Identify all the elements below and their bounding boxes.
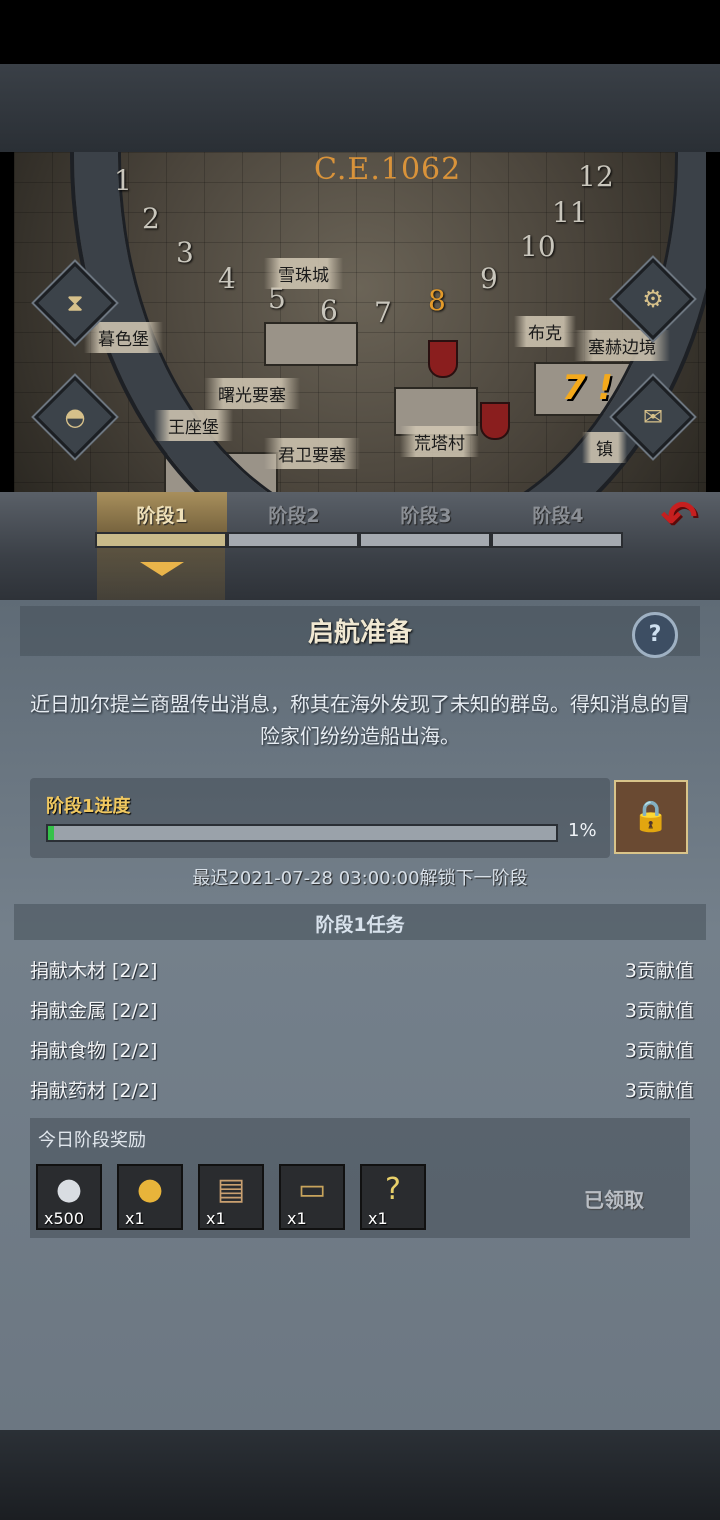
stage-progress-segment [359,532,491,548]
bottom-frame [0,1430,720,1520]
world-map[interactable]: C.E.1062 1 2 3 4 5 6 7 8 9 10 11 12 暮色堡 … [14,152,706,492]
reward-qty: x1 [368,1209,388,1228]
bag-icon: ◓ [64,403,86,431]
progress-label: 阶段1进度 [46,796,131,817]
stage-progress-segment [491,532,623,548]
reward-item[interactable]: ▤ x1 [198,1164,264,1230]
reward-item[interactable]: ● x500 [36,1164,102,1230]
task-name: 捐献木材 [2/2] [30,960,158,982]
city-label[interactable]: 曙光要塞 [204,378,300,409]
claimed-status: 已领取 [584,1188,644,1212]
stage-progress-segment [227,532,359,548]
progress-bar-fill [48,826,54,840]
dial-number[interactable]: 11 [552,196,588,229]
reward-item[interactable]: ● x1 [117,1164,183,1230]
unlock-time-text: 最迟2021-07-28 03:00:00解锁下一阶段 [192,868,528,889]
task-row: 捐献药材 [2/2] 3贡献值 [30,1076,694,1112]
locked-chest-icon[interactable]: 🔒 [614,780,688,854]
task-reward: 3贡献值 [624,1000,694,1022]
city-label[interactable]: 君卫要塞 [264,438,360,469]
rewards-title: 今日阶段奖励 [38,1130,146,1151]
era-label: C.E.1062 [314,152,462,187]
task-row: 捐献金属 [2/2] 3贡献值 [30,996,694,1032]
reward-item[interactable]: ? x1 [360,1164,426,1230]
dial-number[interactable]: 12 [578,160,614,193]
reward-item[interactable]: ▭ x1 [279,1164,345,1230]
task-reward: 3贡献值 [624,1040,694,1062]
faction-shield-icon [428,340,458,378]
dial-number[interactable]: 9 [480,262,498,295]
progress-box [30,778,610,858]
task-row: 捐献木材 [2/2] 3贡献值 [30,956,694,992]
tasks-title: 阶段1任务 [315,914,405,936]
hourglass-icon: ⧗ [66,289,84,317]
scroll-icon: ▤ [216,1172,246,1207]
city-label[interactable]: 王座堡 [154,410,233,441]
mail-icon: ✉ [642,403,664,431]
city-label[interactable]: 荒塔村 [400,426,479,457]
mystery-stone-icon: ? [385,1172,401,1207]
help-button[interactable]: ? [632,612,678,658]
dial-number[interactable]: 10 [520,230,556,263]
task-name: 捐献食物 [2/2] [30,1040,158,1062]
stage-tab-bar: 阶段1 阶段2 阶段3 阶段4 ↶ [0,492,720,646]
gear-icon: ⚙ [642,285,664,313]
back-arrow-button[interactable]: ↶ [648,496,710,540]
task-name: 捐献药材 [2/2] [30,1080,158,1102]
dial-number[interactable]: 3 [176,236,194,269]
task-row: 捐献食物 [2/2] 3贡献值 [30,1036,694,1072]
task-name: 捐献金属 [2/2] [30,1000,158,1022]
silver-coin-icon: ● [55,1172,83,1207]
reward-qty: x1 [206,1209,226,1228]
city-label[interactable]: 布克 [514,316,576,347]
map-paper-icon: ▭ [297,1172,327,1207]
panel-title: 启航准备 [307,618,412,648]
faction-shield-icon [480,402,510,440]
dial-number[interactable]: 2 [142,202,160,235]
top-frame [0,64,720,152]
gold-coin-icon: ● [136,1172,164,1207]
task-reward: 3贡献值 [624,960,694,982]
stage-progress-segment [95,532,227,548]
reward-qty: x1 [125,1209,145,1228]
reward-qty: x1 [287,1209,307,1228]
city-label[interactable]: 雪珠城 [264,258,343,289]
stage-description: 近日加尔提兰商盟传出消息，称其在海外发现了未知的群岛。得知消息的冒险家们纷纷造船… [30,692,690,748]
dial-number[interactable]: 7 [374,296,392,329]
event-alert-icon[interactable]: 7 ! [562,368,613,408]
progress-percent: 1% [568,820,597,841]
chevron-down-icon [140,562,184,576]
reward-qty: x500 [44,1209,85,1228]
city-label[interactable]: 镇 [582,432,627,463]
dial-number-active[interactable]: 8 [428,284,446,317]
status-bar-area [0,0,720,64]
progress-bar [46,824,558,842]
dial-number[interactable]: 1 [114,164,132,197]
dial-number[interactable]: 4 [218,262,236,295]
task-reward: 3贡献值 [624,1080,694,1102]
dial-number[interactable]: 6 [320,294,338,327]
